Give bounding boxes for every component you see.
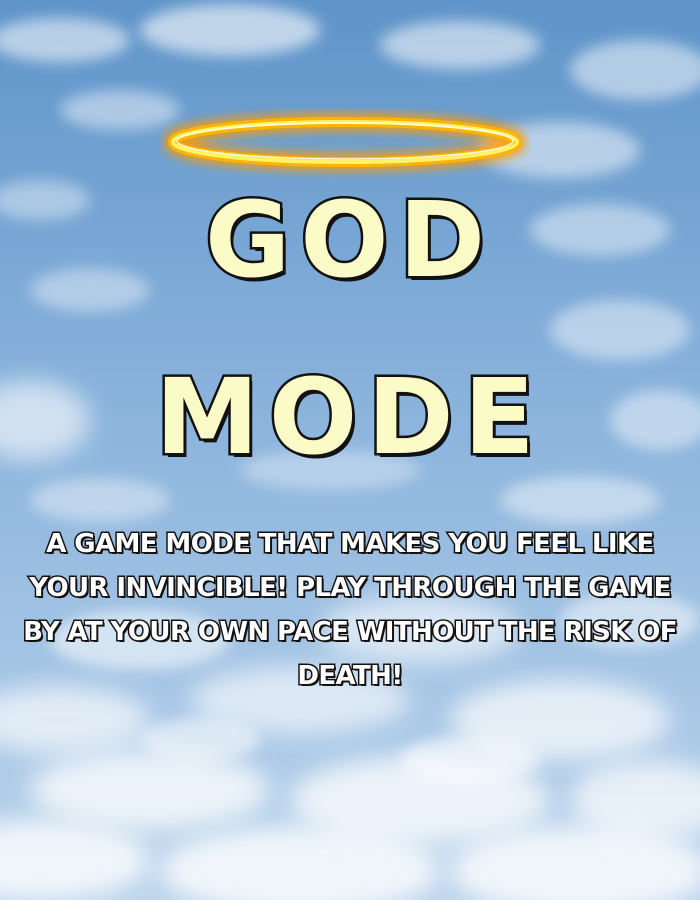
cloud-puff: [500, 476, 660, 524]
title-line-god: GOD: [202, 179, 496, 301]
cloud-puff: [30, 750, 270, 830]
halo-icon: [164, 113, 526, 171]
cloud-puff: [550, 300, 690, 360]
cloud-puff: [140, 718, 260, 762]
title-line-mode: MODE: [153, 356, 545, 478]
mode-description: A GAME MODE THAT MAKES YOU FEEL LIKE YOU…: [22, 528, 679, 693]
cloud-puff: [140, 4, 320, 56]
cloud-puff: [400, 736, 540, 784]
cloud-puff: [30, 478, 170, 522]
god-mode-screen: { "title": { "line1": "GOD", "line2": "M…: [0, 0, 700, 900]
cloud-puff: [380, 21, 540, 69]
